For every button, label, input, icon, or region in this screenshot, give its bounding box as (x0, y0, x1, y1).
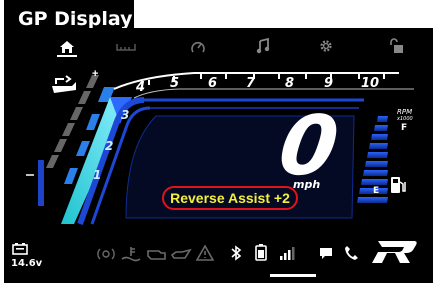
tach-label-8: 8 (285, 76, 295, 91)
reverse-assist-badge: Reverse Assist +2 (162, 186, 298, 210)
abs-icon (97, 248, 115, 260)
trim-plus: + (92, 68, 99, 80)
tach-label-10: 10 (361, 76, 380, 91)
tach-label-6: 6 (208, 76, 218, 91)
message-icon (320, 248, 332, 259)
fuel-pump-icon (391, 177, 406, 193)
tach-label-4: 4 (136, 80, 146, 95)
speed-unit: mph (293, 178, 321, 191)
warning-triangle-icon (196, 245, 214, 261)
bluetooth-icon (231, 245, 242, 261)
battery-icon (12, 243, 28, 255)
tach-label-5: 5 (170, 76, 180, 91)
active-indicator-bar (270, 274, 316, 277)
phone-icon (345, 246, 358, 260)
trim-icon (52, 75, 76, 93)
oil-pressure-icon (170, 248, 192, 259)
engine-check-icon (147, 250, 166, 260)
tach-label-7: 7 (246, 76, 256, 91)
gear-label-3: 3 (121, 108, 130, 122)
fuel-empty-label: E (373, 186, 380, 196)
phone-battery-icon (255, 244, 267, 261)
fuel-full-label: F (401, 123, 408, 133)
coolant-temp-icon (121, 247, 141, 262)
gear-label-2: 2 (105, 139, 114, 153)
battery-voltage: 14.6v (11, 258, 43, 269)
r-logo-icon (372, 241, 417, 263)
gear-label-1: 1 (93, 168, 102, 182)
speed-value: 0 (273, 99, 344, 194)
tach-label-9: 9 (324, 76, 334, 91)
signal-strength-icon (280, 247, 295, 260)
instrument-screen: + 4 5 6 7 8 9 10 RPM x1000 3 2 1 0 mph F… (4, 28, 433, 283)
rpm-unit-label: RPM x1000 (397, 108, 413, 123)
